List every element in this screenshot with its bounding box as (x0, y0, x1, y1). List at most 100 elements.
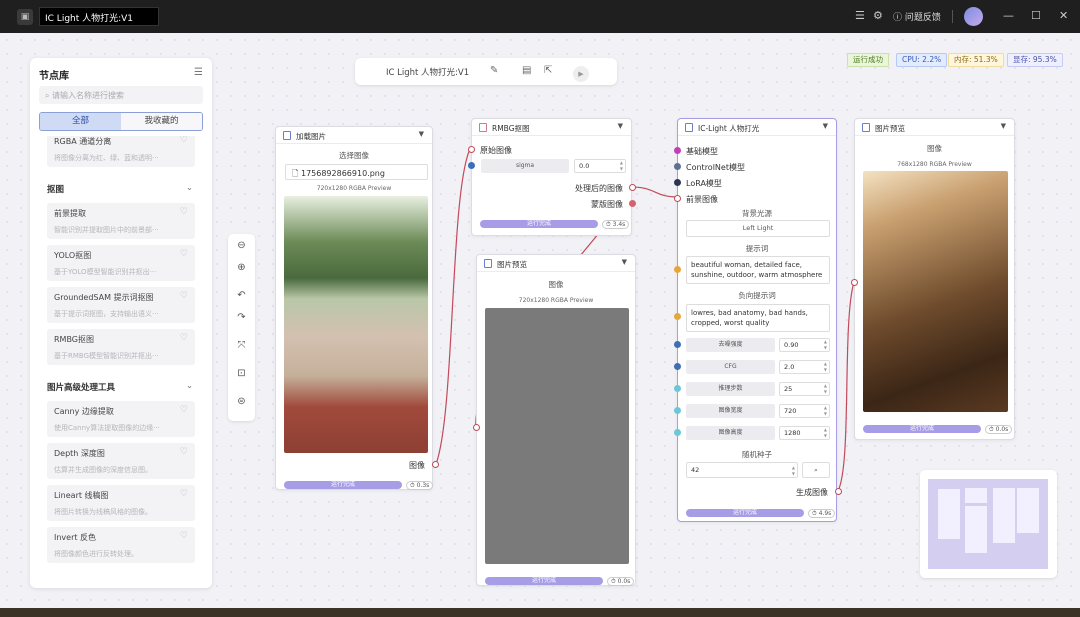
list-item[interactable]: Canny 边缘提取 使用Canny算法提取图像的边缘··· ♡ (47, 401, 195, 437)
node-search-input[interactable]: ⌕ 请输入名称进行搜索 (39, 86, 203, 104)
help-feedback-button[interactable]: ⓘ 问题反馈 (893, 10, 941, 23)
node-header[interactable]: 图片预览 ▼ (855, 119, 1014, 136)
stepper-icon[interactable]: ▲ ▼ (824, 405, 827, 417)
list-item[interactable]: RMBG抠图 基于RMBG模型智能识别并抠出··· ♡ (47, 329, 195, 365)
heart-icon[interactable]: ♡ (180, 447, 188, 457)
undo-icon[interactable]: ↶ (228, 290, 255, 301)
node-list[interactable]: RGBA 通道分离 将图像分离为红、绿、蓝和透明··· ♡ 抠图 ⌄ 前景提取 智… (30, 136, 212, 588)
chevron-down-icon[interactable]: ▼ (618, 122, 623, 130)
list-item[interactable]: 前景提取 智能识别并提取图片中的前景部··· ♡ (47, 203, 195, 239)
param-port[interactable] (468, 162, 475, 169)
node-rmbg[interactable]: RMBG抠图 ▼ 原始图像 sigma 0.0 ▲ ▼ 处理后的图像 蒙版图像 运行完… (468, 118, 636, 236)
list-item[interactable]: Invert 反色 将图像颜色进行反转处理。 ♡ (47, 527, 195, 563)
collapse-sidebar-icon[interactable]: ☰ (194, 67, 203, 78)
param-port[interactable] (674, 429, 681, 436)
stepper-icon[interactable]: ▲ ▼ (792, 465, 795, 477)
minimize-icon[interactable]: — (1003, 9, 1014, 23)
category-matting[interactable]: 抠图 ⌄ (39, 173, 203, 203)
param-port[interactable] (674, 341, 681, 348)
export-icon[interactable]: ⇱ (544, 65, 552, 76)
heart-icon[interactable]: ♡ (180, 489, 188, 499)
input-port[interactable] (851, 279, 858, 286)
output-port[interactable] (432, 461, 439, 468)
width-input[interactable]: 720 ▲ ▼ (779, 404, 830, 418)
input-port[interactable] (674, 179, 681, 186)
node-ic-light[interactable]: IC-Light 人物打光 ▼ 基础模型 ControlNet模型 LoRA模型 … (674, 118, 842, 522)
edit-icon[interactable]: ✎ (490, 65, 498, 76)
list-item[interactable]: Lineart 线稿图 将图片转换为线稿风格的图像。 ♡ (47, 485, 195, 521)
output-port[interactable] (629, 184, 636, 191)
run-button[interactable]: ▶ (573, 66, 589, 82)
minimap-viewport[interactable] (928, 479, 1048, 569)
random-seed-button[interactable]: ⌕ (802, 462, 830, 478)
prompt-port[interactable] (674, 266, 681, 273)
seed-input[interactable]: 42 ▲ ▼ (686, 462, 798, 478)
file-select-field[interactable]: 🗋 1756892866910.png (285, 164, 428, 180)
stepper-icon[interactable]: ▲ ▼ (824, 339, 827, 351)
lock-icon[interactable]: ⊡ (228, 368, 255, 379)
stepper-icon[interactable]: ▲ ▼ (620, 160, 623, 172)
steps-input[interactable]: 25 ▲ ▼ (779, 382, 830, 396)
bg-light-select[interactable]: Left Light (686, 220, 830, 237)
chevron-down-icon[interactable]: ▼ (1001, 122, 1006, 130)
node-preview-2[interactable]: 图片预览 ▼ 图像 768x1280 RGBA Preview 运行完成 ⏱ 0.… (851, 118, 1015, 440)
cfg-input[interactable]: 2.0 ▲ ▼ (779, 360, 830, 374)
input-port[interactable] (674, 195, 681, 202)
node-header[interactable]: 加载图片 ▼ (276, 127, 432, 144)
save-icon[interactable]: ▤ (522, 65, 531, 76)
node-header[interactable]: 图片预览 ▼ (477, 255, 635, 272)
list-item[interactable]: GroundedSAM 提示词抠图 基于提示词抠图，支持输出语义··· ♡ (47, 287, 195, 323)
param-port[interactable] (674, 385, 681, 392)
heart-icon[interactable]: ♡ (180, 136, 188, 145)
list-item[interactable]: YOLO抠图 基于YOLO模型智能识别并抠出··· ♡ (47, 245, 195, 281)
heart-icon[interactable]: ♡ (180, 405, 188, 415)
chevron-down-icon[interactable]: ▼ (622, 258, 627, 266)
heart-icon[interactable]: ♡ (180, 207, 188, 217)
fit-view-icon[interactable]: ⤧ (228, 340, 255, 351)
gear-icon[interactable]: ⚙ (873, 9, 883, 23)
input-port[interactable] (674, 163, 681, 170)
heart-icon[interactable]: ♡ (180, 249, 188, 259)
heart-icon[interactable]: ♡ (180, 333, 188, 343)
output-port[interactable] (835, 488, 842, 495)
neg-prompt-textarea[interactable]: lowres, bad anatomy, bad hands, cropped,… (686, 304, 830, 332)
workflow-tab[interactable]: IC Light 人物打光:V1 (39, 7, 159, 26)
stepper-icon[interactable]: ▲ ▼ (824, 361, 827, 373)
node-preview-1[interactable]: 图片预览 ▼ 图像 720x1280 RGBA Preview 运行完成 ⏱ 0.… (473, 254, 636, 586)
node-header[interactable]: RMBG抠图 ▼ (472, 119, 631, 136)
stepper-icon[interactable]: ▲ ▼ (824, 427, 827, 439)
tab-all[interactable]: 全部 (40, 113, 121, 130)
chevron-down-icon[interactable]: ▼ (823, 122, 828, 130)
sigma-input[interactable]: 0.0 ▲ ▼ (574, 159, 626, 173)
list-item[interactable]: RGBA 通道分离 将图像分离为红、绿、蓝和透明··· ♡ (47, 136, 195, 167)
zoom-in-icon[interactable]: ⊕ (228, 262, 255, 273)
settings-icon[interactable]: ⊜ (228, 396, 255, 407)
param-port[interactable] (674, 363, 681, 370)
node-header[interactable]: IC-Light 人物打光 ▼ (678, 119, 836, 136)
zoom-out-icon[interactable]: ⊖ (228, 240, 255, 251)
mask-output-port[interactable] (629, 200, 636, 207)
neg-prompt-port[interactable] (674, 313, 681, 320)
list-icon[interactable]: ☰ (855, 9, 865, 23)
close-icon[interactable]: ✕ (1059, 9, 1068, 23)
avatar[interactable] (964, 7, 983, 26)
stepper-icon[interactable]: ▲ ▼ (824, 383, 827, 395)
input-port[interactable] (674, 147, 681, 154)
list-item[interactable]: Depth 深度图 估算并生成图像的深度信息图。 ♡ (47, 443, 195, 479)
redo-icon[interactable]: ↷ (228, 312, 255, 323)
denoise-input[interactable]: 0.90 ▲ ▼ (779, 338, 830, 352)
prompt-textarea[interactable]: beautiful woman, detailed face, sunshine… (686, 256, 830, 284)
category-advanced[interactable]: 图片高级处理工具 ⌄ (39, 371, 203, 401)
maximize-icon[interactable]: ☐ (1031, 9, 1041, 23)
height-input[interactable]: 1280 ▲ ▼ (779, 426, 830, 440)
minimap[interactable] (920, 470, 1057, 578)
input-port[interactable] (468, 146, 475, 153)
tab-favorites[interactable]: 我收藏的 (121, 113, 202, 130)
heart-icon[interactable]: ♡ (180, 291, 188, 301)
heart-icon[interactable]: ♡ (180, 531, 188, 541)
workflow-canvas[interactable]: 节点库 ☰ ⌕ 请输入名称进行搜索 全部 我收藏的 RGBA 通道分离 将图像分… (0, 33, 1080, 608)
param-port[interactable] (674, 407, 681, 414)
chevron-down-icon[interactable]: ▼ (419, 130, 424, 138)
input-port[interactable] (473, 424, 480, 431)
node-load-image[interactable]: 加载图片 ▼ 选择图像 🗋 1756892866910.png 720x1280 … (275, 126, 439, 490)
